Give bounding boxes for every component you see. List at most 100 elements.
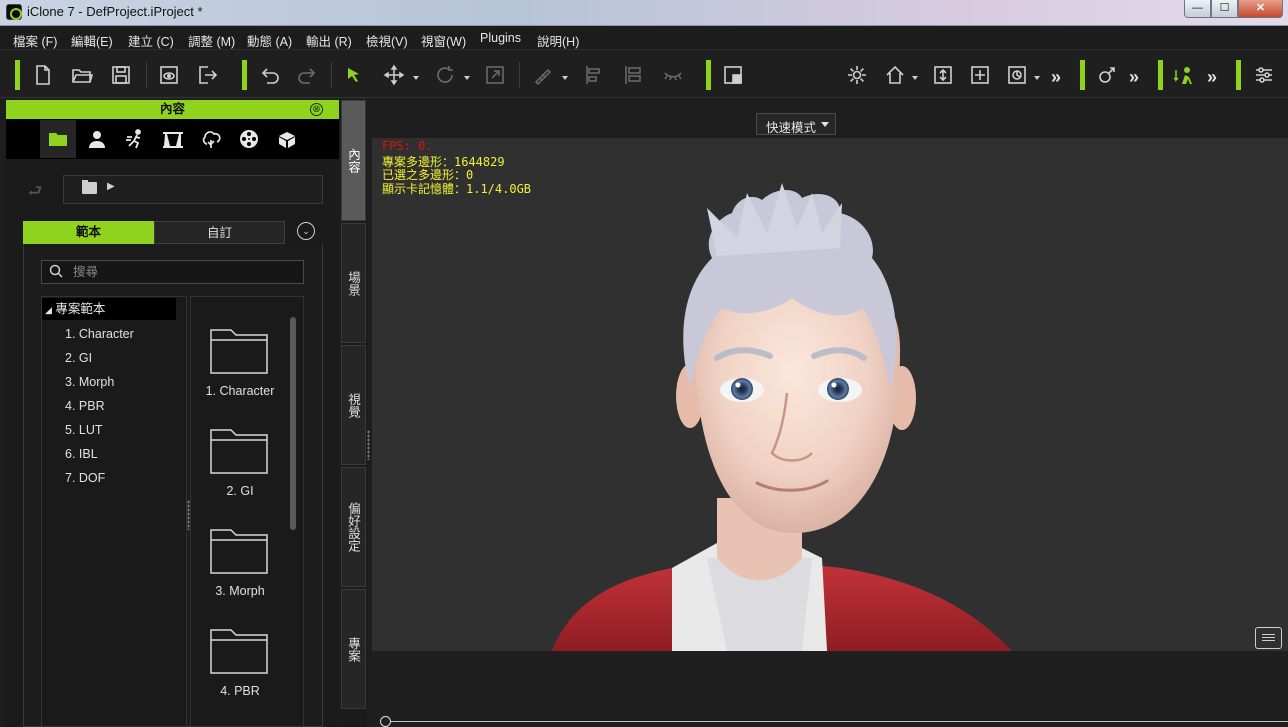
hud-fps: FPS: 0. bbox=[382, 139, 433, 153]
motion-icon[interactable] bbox=[117, 120, 153, 158]
panel-close-icon[interactable]: ⊗ bbox=[310, 103, 323, 116]
move-dropdown-icon[interactable] bbox=[413, 76, 419, 80]
blink-icon[interactable] bbox=[660, 62, 686, 88]
breadcrumb-folder-icon[interactable] bbox=[82, 180, 97, 194]
folder-item[interactable]: 3. Morph bbox=[192, 524, 288, 614]
layout-icon[interactable] bbox=[720, 62, 746, 88]
home-dropdown-icon[interactable] bbox=[912, 76, 918, 80]
menu-window[interactable]: 視窗(W) bbox=[421, 31, 466, 50]
redo-icon[interactable] bbox=[295, 62, 321, 88]
minimize-button[interactable]: — bbox=[1184, 0, 1211, 18]
stage-icon[interactable] bbox=[155, 120, 191, 158]
tree-root-label: 專案範本 bbox=[55, 302, 106, 316]
toolbar-grip[interactable] bbox=[1158, 60, 1163, 90]
scale-icon[interactable] bbox=[482, 62, 508, 88]
light-icon[interactable] bbox=[844, 62, 870, 88]
timeline-playhead[interactable] bbox=[380, 716, 391, 727]
align-distribute-icon[interactable] bbox=[620, 62, 646, 88]
tree-icon[interactable] bbox=[193, 120, 229, 158]
toolbar-grip[interactable] bbox=[242, 60, 247, 90]
menu-create[interactable]: 建立 (C) bbox=[128, 31, 174, 50]
snap-dropdown-icon[interactable] bbox=[562, 76, 568, 80]
tree-item[interactable]: 3. Morph bbox=[65, 375, 114, 389]
select-arrow-icon[interactable] bbox=[341, 62, 367, 88]
side-tab-scene[interactable]: 場景 bbox=[341, 223, 366, 343]
menu-help[interactable]: 說明(H) bbox=[537, 31, 579, 50]
folder-item[interactable]: 2. GI bbox=[192, 424, 288, 514]
menu-render[interactable]: 輸出 (R) bbox=[306, 31, 352, 50]
tree-item[interactable]: 7. DOF bbox=[65, 471, 105, 485]
settings-icon[interactable] bbox=[1251, 62, 1277, 88]
splitter-handle[interactable] bbox=[367, 430, 370, 460]
more-tools-button[interactable]: » bbox=[1207, 67, 1217, 88]
tree-root-item[interactable]: ◢ 專案範本 bbox=[42, 298, 176, 320]
menu-plugins[interactable]: Plugins bbox=[480, 31, 521, 45]
toolbar-grip[interactable] bbox=[1080, 60, 1085, 90]
preview-icon[interactable] bbox=[156, 62, 182, 88]
maximize-button[interactable]: ☐ bbox=[1211, 0, 1238, 18]
side-tab-preferences[interactable]: 偏好設定 bbox=[341, 467, 366, 587]
chevron-down-icon[interactable]: ⌄ bbox=[297, 222, 315, 240]
camera-dropdown-icon[interactable] bbox=[1034, 76, 1040, 80]
title-bar: iClone 7 - DefProject.iProject * bbox=[0, 0, 1288, 26]
save-icon[interactable] bbox=[108, 62, 134, 88]
search-input[interactable] bbox=[73, 264, 293, 280]
toolbar-grip[interactable] bbox=[706, 60, 711, 90]
more-tools-button[interactable]: » bbox=[1051, 67, 1061, 88]
tab-custom[interactable]: 自訂 bbox=[154, 221, 285, 244]
tree-item[interactable]: 4. PBR bbox=[65, 399, 105, 413]
prop-box-icon[interactable] bbox=[269, 120, 305, 158]
menu-modify[interactable]: 調整 (M) bbox=[188, 31, 235, 50]
fit-icon[interactable] bbox=[930, 62, 956, 88]
menu-animation[interactable]: 動態 (A) bbox=[247, 31, 292, 50]
folder-label: 2. GI bbox=[226, 484, 254, 498]
frame-icon[interactable] bbox=[967, 62, 993, 88]
scrollbar-thumb[interactable] bbox=[290, 317, 296, 530]
rotate-icon[interactable] bbox=[432, 62, 458, 88]
snap-icon[interactable] bbox=[530, 62, 556, 88]
tree-item[interactable]: 1. Character bbox=[65, 327, 134, 341]
menu-file[interactable]: 檔案 (F) bbox=[13, 31, 57, 50]
side-tab-project[interactable]: 專案 bbox=[341, 589, 366, 709]
tree-item[interactable]: 6. IBL bbox=[65, 447, 98, 461]
toolbar-grip[interactable] bbox=[15, 60, 20, 90]
gender-icon[interactable] bbox=[1093, 62, 1119, 88]
move-icon[interactable] bbox=[381, 62, 407, 88]
avatar-icon[interactable] bbox=[79, 120, 115, 158]
close-button[interactable]: ✕ bbox=[1238, 0, 1283, 18]
menu-edit[interactable]: 編輯(E) bbox=[71, 31, 113, 50]
side-tab-content[interactable]: 內容 bbox=[341, 100, 366, 221]
menu-view[interactable]: 檢視(V) bbox=[366, 31, 408, 50]
film-reel-icon[interactable] bbox=[231, 120, 267, 158]
tree-item[interactable]: 2. GI bbox=[65, 351, 92, 365]
align-left-icon[interactable] bbox=[581, 62, 607, 88]
tab-template[interactable]: 範本 bbox=[23, 221, 154, 244]
folder-item[interactable]: 4. PBR bbox=[192, 624, 288, 714]
character-icon[interactable] bbox=[1171, 62, 1197, 88]
home-icon[interactable] bbox=[882, 62, 908, 88]
timeline-area bbox=[372, 651, 1288, 727]
export-icon[interactable] bbox=[194, 62, 220, 88]
3d-viewport[interactable] bbox=[372, 138, 1288, 651]
folder-icon[interactable] bbox=[40, 120, 76, 158]
chevron-down-icon bbox=[821, 122, 829, 127]
search-icon bbox=[49, 264, 63, 278]
rotate-dropdown-icon[interactable] bbox=[464, 76, 470, 80]
feedback-icon[interactable] bbox=[1255, 627, 1282, 649]
app-logo-icon[interactable] bbox=[6, 4, 22, 20]
side-tab-visual[interactable]: 視覺 bbox=[341, 345, 366, 465]
timeline-track[interactable] bbox=[385, 721, 1288, 722]
undo-icon[interactable] bbox=[256, 62, 282, 88]
tree-item[interactable]: 5. LUT bbox=[65, 423, 103, 437]
camera-icon[interactable] bbox=[1004, 62, 1030, 88]
more-tools-button[interactable]: » bbox=[1129, 67, 1139, 88]
breadcrumb-arrow-icon[interactable]: ▶ bbox=[107, 181, 115, 192]
toolbar-grip[interactable] bbox=[1236, 60, 1241, 90]
nav-back-icon[interactable]: ⮐ bbox=[28, 180, 42, 207]
breadcrumb[interactable] bbox=[63, 175, 323, 204]
new-file-icon[interactable] bbox=[30, 62, 56, 88]
folder-item[interactable]: 1. Character bbox=[192, 324, 288, 414]
tree-expand-icon[interactable]: ◢ bbox=[45, 305, 52, 315]
display-mode-select[interactable]: 快速模式 bbox=[756, 113, 836, 135]
open-folder-icon[interactable] bbox=[69, 62, 95, 88]
